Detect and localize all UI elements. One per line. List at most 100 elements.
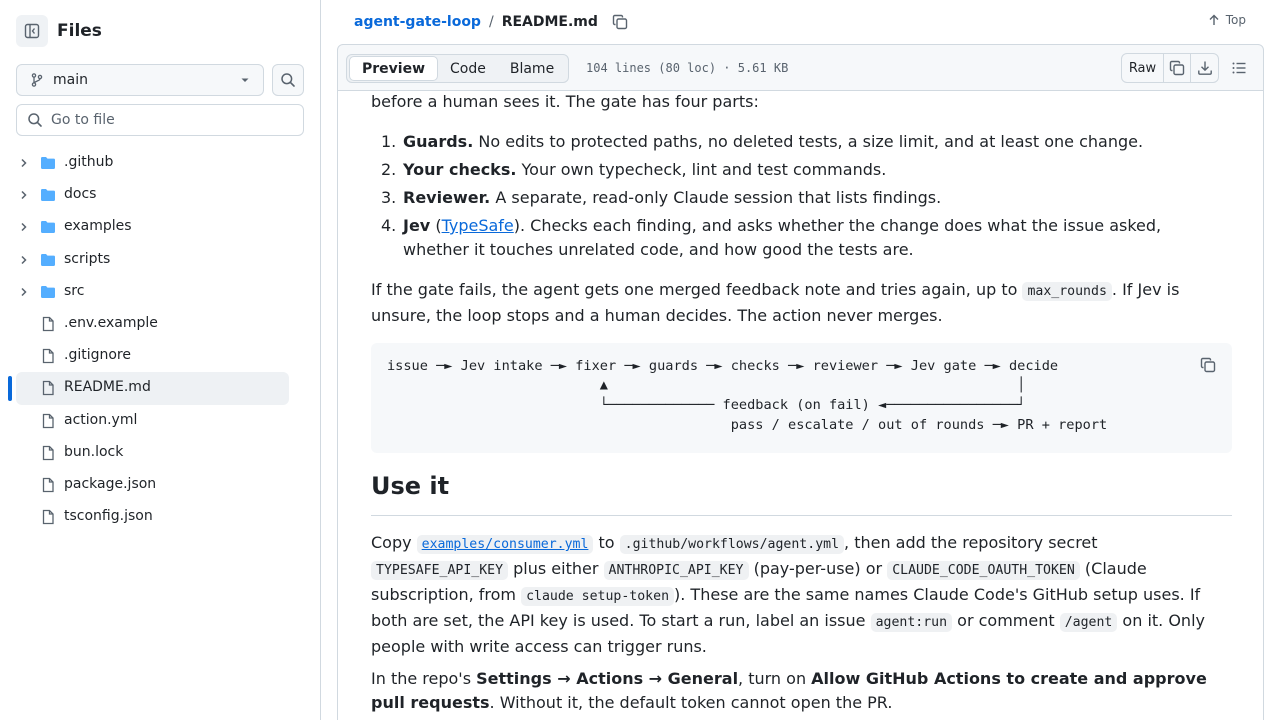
chevron-right-icon: [21, 158, 27, 168]
list-unordered-icon: [1232, 62, 1246, 74]
use-it-heading-section: Use it: [371, 472, 1232, 516]
search-files-button[interactable]: [272, 64, 304, 96]
list-item: 4. Jev (TypeSafe). Checks each finding, a…: [381, 216, 1162, 259]
chevron-right-icon: [21, 255, 27, 264]
raw-button[interactable]: Raw: [1122, 54, 1164, 82]
tree-item-label: src: [64, 282, 85, 299]
folder-icon: [41, 157, 55, 169]
tree-folder-item[interactable]: src: [0, 276, 320, 308]
tree-file-item[interactable]: .gitignore: [0, 340, 320, 372]
git-branch-icon: [31, 73, 43, 87]
expand-folder-toggle[interactable]: [18, 157, 30, 173]
file-icon: [42, 381, 54, 396]
tree-item-label: examples: [64, 218, 132, 235]
go-to-file-field[interactable]: [16, 104, 304, 136]
breadcrumb: agent-gate-loop / README.md Top: [337, 0, 1264, 44]
collapse-sidebar-button[interactable]: [16, 15, 48, 47]
file-action-group: Raw: [1121, 53, 1219, 83]
tree-item-label: package.json: [64, 475, 157, 492]
tab-code[interactable]: Code: [438, 56, 498, 81]
use-it-paragraph: Copy examples/consumer.yml to .github/wo…: [371, 533, 1205, 656]
gate-parts-list: 1. Guards. No edits to protected paths, n…: [371, 130, 1232, 262]
tree-file-item[interactable]: .env.example: [0, 308, 320, 340]
expand-folder-toggle[interactable]: [18, 221, 30, 237]
chevron-right-icon: [21, 223, 27, 232]
copy-icon: [1169, 60, 1185, 76]
sidebar-collapse-icon: [24, 23, 40, 39]
tree-item-label: docs: [64, 186, 97, 203]
file-icon: [42, 316, 54, 332]
use-it-heading: Use it: [371, 472, 450, 500]
search-icon: [28, 113, 42, 127]
tree-folder-item[interactable]: scripts: [0, 244, 320, 276]
tab-blame[interactable]: Blame: [498, 56, 566, 81]
folder-icon: [41, 285, 55, 298]
consumer-yml-link[interactable]: examples/consumer.yml: [422, 537, 589, 552]
breadcrumb-repo-link[interactable]: agent-gate-loop: [354, 14, 481, 30]
list-item: 1. Guards. No edits to protected paths, n…: [381, 132, 1144, 151]
tree-folder-item[interactable]: docs: [0, 179, 320, 211]
file-icon: [42, 348, 54, 364]
branch-name: main: [53, 72, 88, 88]
download-icon: [1197, 61, 1212, 75]
tree-item-label: .gitignore: [64, 347, 131, 364]
back-to-top-label: Top: [1225, 13, 1246, 27]
tree-item-label: README.md: [64, 379, 151, 396]
search-icon: [281, 73, 295, 87]
tab-preview[interactable]: Preview: [349, 56, 439, 81]
back-to-top-button[interactable]: Top: [1208, 13, 1246, 27]
folder-icon: [41, 221, 55, 234]
tree-file-item[interactable]: README.md: [0, 372, 320, 406]
readme-content: before a human sees it. The gate has fou…: [337, 91, 1264, 720]
typesafe-link[interactable]: TypeSafe: [442, 216, 514, 235]
copy-raw-button[interactable]: [1164, 54, 1191, 82]
copy-icon: [612, 14, 628, 30]
file-icon: [42, 509, 54, 525]
outline-button[interactable]: [1223, 53, 1255, 83]
go-to-file-input[interactable]: [51, 112, 291, 128]
file-actions: Raw: [1121, 53, 1255, 83]
diagram-line: ▲ │: [387, 377, 1026, 393]
settings-paragraph: In the repo's Settings → Actions → Gener…: [371, 669, 1207, 712]
view-mode-tabs: Preview Code Blame: [346, 54, 570, 83]
file-icon: [42, 445, 54, 460]
diagram-line: issue ─► Jev intake ─► fixer ─► guards ─…: [387, 358, 1059, 374]
max-rounds-code: max_rounds: [1022, 282, 1112, 301]
sidebar-header: Files: [16, 15, 102, 47]
fail-paragraph: If the gate fails, the agent gets one me…: [371, 280, 1180, 325]
tree-file-item[interactable]: package.json: [0, 469, 320, 501]
file-icon: [42, 477, 54, 493]
tree-item-label: .env.example: [64, 314, 158, 331]
tree-file-item[interactable]: tsconfig.json: [0, 501, 320, 533]
folder-icon: [41, 253, 55, 266]
tree-item-label: bun.lock: [64, 443, 124, 460]
tree-folder-item[interactable]: .github: [0, 147, 320, 179]
diagram-line: └───────────── feedback (on fail) ◄─────…: [387, 397, 1026, 413]
file-info: 104 lines (80 loc) · 5.61 KB: [586, 61, 789, 75]
sidebar-title: Files: [57, 21, 102, 41]
tree-item-label: action.yml: [64, 411, 138, 428]
chevron-right-icon: [21, 191, 27, 200]
file-icon: [42, 413, 54, 428]
active-item-indicator: [8, 376, 12, 402]
tree-file-item[interactable]: action.yml: [0, 405, 320, 437]
breadcrumb-separator: /: [488, 14, 494, 30]
copy-path-button[interactable]: [612, 14, 628, 30]
file-view: agent-gate-loop / README.md Top Preview …: [337, 0, 1264, 720]
diagram-line: pass / escalate / out of rounds ─► PR + …: [387, 417, 1108, 433]
tree-item-label: scripts: [64, 250, 111, 267]
folder-icon: [41, 189, 55, 202]
copy-icon: [1200, 357, 1216, 373]
expand-folder-toggle[interactable]: [18, 254, 30, 270]
tree-item-label: .github: [64, 154, 114, 170]
list-item: 2. Your checks. Your own typecheck, lint …: [381, 160, 887, 179]
tree-folder-item[interactable]: examples: [0, 211, 320, 243]
active-item-highlight: [16, 372, 289, 406]
download-button[interactable]: [1191, 54, 1218, 82]
file-toolbar: Preview Code Blame 104 lines (80 loc) · …: [337, 44, 1264, 91]
expand-folder-toggle[interactable]: [18, 189, 30, 205]
expand-folder-toggle[interactable]: [18, 286, 30, 302]
copy-code-button[interactable]: [1200, 357, 1216, 377]
tree-file-item[interactable]: bun.lock: [0, 437, 320, 469]
branch-selector[interactable]: main: [16, 64, 264, 96]
